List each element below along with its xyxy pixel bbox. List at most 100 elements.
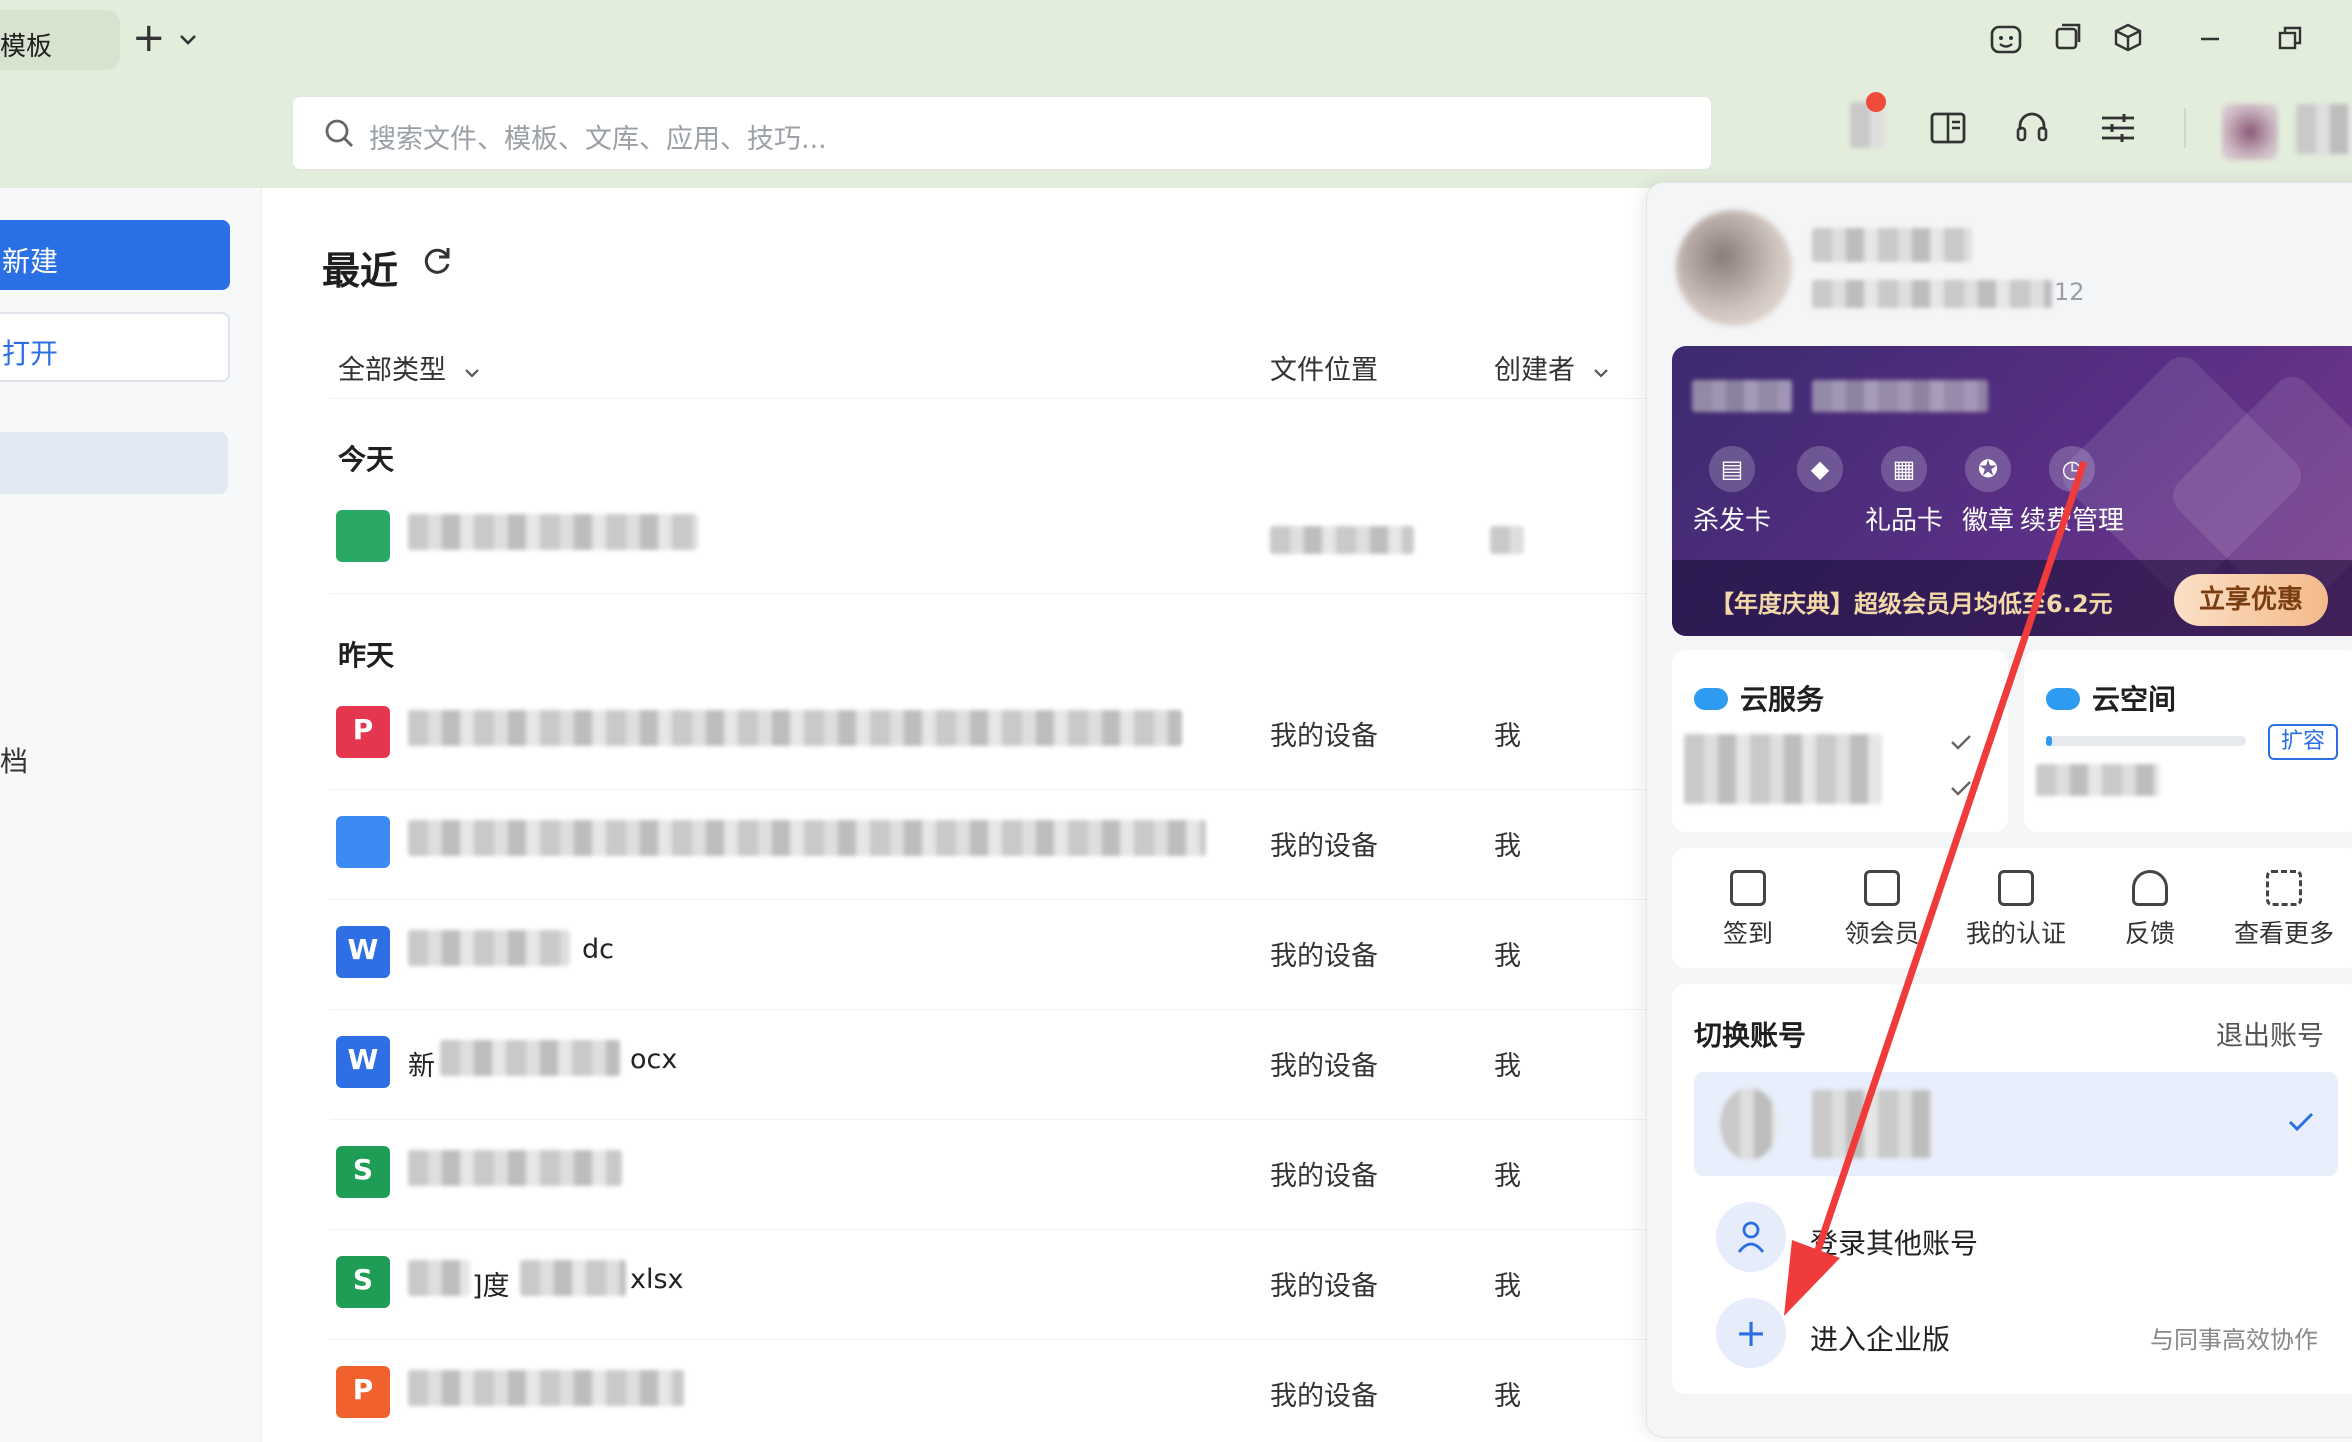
tab-templates[interactable]: 模板 <box>0 10 120 70</box>
group-yesterday: 昨天 <box>338 639 395 672</box>
creator-filter-dropdown[interactable]: 创建者 <box>1494 348 1610 387</box>
file-creator: 我 <box>1494 1381 1521 1412</box>
file-location: 我的设备 <box>1270 941 1378 972</box>
chevron-down-icon <box>464 369 479 378</box>
open-button[interactable]: 打开 <box>0 312 230 382</box>
sheet-file-icon: S <box>336 1256 390 1308</box>
vip-name-redacted <box>1812 380 1988 412</box>
notification-avatar[interactable] <box>1850 92 1886 148</box>
sticker-icon[interactable] <box>1986 22 2026 62</box>
enterprise-description: 与同事高效协作 <box>2150 1326 2318 1354</box>
vip-promo-text: 【年度庆典】超级会员月均低至6.2元 <box>1710 590 2113 618</box>
sheet-file-icon: S <box>336 1146 390 1198</box>
quick-action-feedback[interactable]: 反馈 <box>2090 870 2210 950</box>
user-icon[interactable] <box>1716 1202 1786 1272</box>
type-filter-dropdown[interactable]: 全部类型 <box>338 348 481 387</box>
tab-dropdown-button[interactable] <box>178 28 198 52</box>
search-bar[interactable]: 搜索文件、模板、文库、应用、技巧... <box>292 96 1712 170</box>
file-name-visible: ]度 <box>472 1271 510 1302</box>
expand-storage-button[interactable]: 扩容 <box>2268 724 2338 760</box>
grid-icon <box>2266 870 2302 906</box>
table-row[interactable]: P 我的设备 我 <box>330 680 1650 790</box>
sidebar-item-documents[interactable]: 档 <box>0 740 28 780</box>
table-row[interactable]: W dc 我的设备 我 <box>330 900 1650 1010</box>
file-name-redacted <box>520 1260 626 1296</box>
new-tab-button[interactable]: + <box>132 18 166 58</box>
vip-item-renewal[interactable]: ◷ 续费管理 <box>2012 446 2132 537</box>
check-icon <box>1950 780 1972 800</box>
plus-icon[interactable]: + <box>1716 1298 1786 1368</box>
window-tile-icon[interactable] <box>2048 22 2088 62</box>
table-row[interactable]: S 我的设备 我 <box>330 1120 1650 1230</box>
storage-usage-redacted <box>2036 764 2160 796</box>
vip-item-label: 杀发卡 <box>1692 506 1771 536</box>
login-other-account[interactable]: 登录其他账号 <box>1810 1222 1978 1262</box>
group-today: 今天 <box>338 443 395 476</box>
vip-cta-button[interactable]: 立享优惠 <box>2174 574 2328 626</box>
settings-sliders-icon[interactable] <box>2098 108 2142 152</box>
headset-icon[interactable] <box>2012 108 2056 152</box>
table-row[interactable]: 我的设备 我 <box>330 790 1650 900</box>
file-location: 我的设备 <box>1270 1161 1378 1192</box>
file-name-visible: dc <box>582 934 614 965</box>
quick-action-checkin[interactable]: 签到 <box>1688 870 1808 950</box>
creator-redacted <box>1490 526 1524 554</box>
table-row[interactable]: W 新 ocx 我的设备 我 <box>330 1010 1650 1120</box>
check-icon <box>2288 1112 2314 1136</box>
check-icon <box>1950 734 1972 754</box>
type-filter-label: 全部类型 <box>338 355 446 386</box>
account-name-redacted <box>1812 1090 1932 1158</box>
file-name-visible: 新 <box>408 1051 435 1082</box>
calendar-check-icon <box>1730 870 1766 906</box>
gift-icon: ▦ <box>1881 446 1927 492</box>
medal-icon: ✪ <box>1965 446 2011 492</box>
gift-icon <box>1864 870 1900 906</box>
quick-action-label: 反馈 <box>2124 919 2175 948</box>
cloud-service-title: 云服务 <box>1740 683 1825 716</box>
file-name-redacted <box>408 820 1206 856</box>
table-row[interactable]: P 我的设备 我 <box>330 1340 1650 1442</box>
quick-action-label: 我的认证 <box>1965 919 2066 948</box>
sidebar-item-selected[interactable] <box>0 432 228 494</box>
vip-card: ▤ 杀发卡 ◆ ▦ 礼品卡 ✪ 徽章 ◷ 续费管理 【年度庆典】超级会员月均低至… <box>1672 346 2352 636</box>
table-row[interactable]: S ]度 xlsx 我的设备 我 <box>330 1230 1650 1340</box>
cloud-space-card[interactable]: 云空间 扩容 <box>2024 650 2352 832</box>
vip-promo-bar: 【年度庆典】超级会员月均低至6.2元 立享优惠 <box>1672 560 2352 636</box>
restore-button[interactable] <box>2270 22 2310 62</box>
tab-label: 模板 <box>0 32 53 62</box>
cloud-service-card[interactable]: 云服务 <box>1672 650 2008 832</box>
file-location: 我的设备 <box>1270 721 1378 752</box>
chevron-down-icon <box>180 35 196 45</box>
avatar-secondary[interactable] <box>2296 104 2352 154</box>
current-account-item[interactable] <box>1694 1072 2338 1176</box>
quick-action-get-vip[interactable]: 领会员 <box>1822 870 1942 950</box>
file-location: 我的设备 <box>1270 831 1378 862</box>
quick-action-more[interactable]: 查看更多 <box>2224 870 2344 950</box>
cube-icon[interactable] <box>2108 22 2148 62</box>
folder-icon <box>336 816 390 868</box>
search-placeholder: 搜索文件、模板、文库、应用、技巧... <box>369 124 827 155</box>
file-type-icon <box>336 510 390 562</box>
notification-badge <box>1866 92 1886 112</box>
enterprise-entry[interactable]: 进入企业版 <box>1810 1318 1950 1358</box>
layout-panel-icon[interactable] <box>1928 108 1972 152</box>
vip-item-label: 徽章 <box>1961 506 2014 536</box>
cloud-space-title: 云空间 <box>2092 683 2177 716</box>
word-file-icon: W <box>336 1036 390 1088</box>
refresh-icon[interactable] <box>420 244 454 287</box>
minimize-button[interactable] <box>2190 22 2230 62</box>
file-creator: 我 <box>1494 1271 1521 1302</box>
logout-button[interactable]: 退出账号 <box>2216 1014 2324 1053</box>
file-name-suffix: ocx <box>630 1044 678 1075</box>
avatar[interactable] <box>2222 104 2278 160</box>
file-location: 我的设备 <box>1270 1381 1378 1412</box>
user-avatar[interactable] <box>1676 210 1792 326</box>
file-creator: 我 <box>1494 941 1521 972</box>
vip-item-label: 续费管理 <box>2019 506 2124 536</box>
table-row[interactable] <box>330 484 1650 594</box>
quick-action-verification[interactable]: 我的认证 <box>1956 870 2076 950</box>
file-name-redacted <box>440 1040 620 1076</box>
new-button[interactable]: 新建 <box>0 220 230 290</box>
certificate-icon <box>1998 870 2034 906</box>
avatar <box>1720 1088 1778 1160</box>
